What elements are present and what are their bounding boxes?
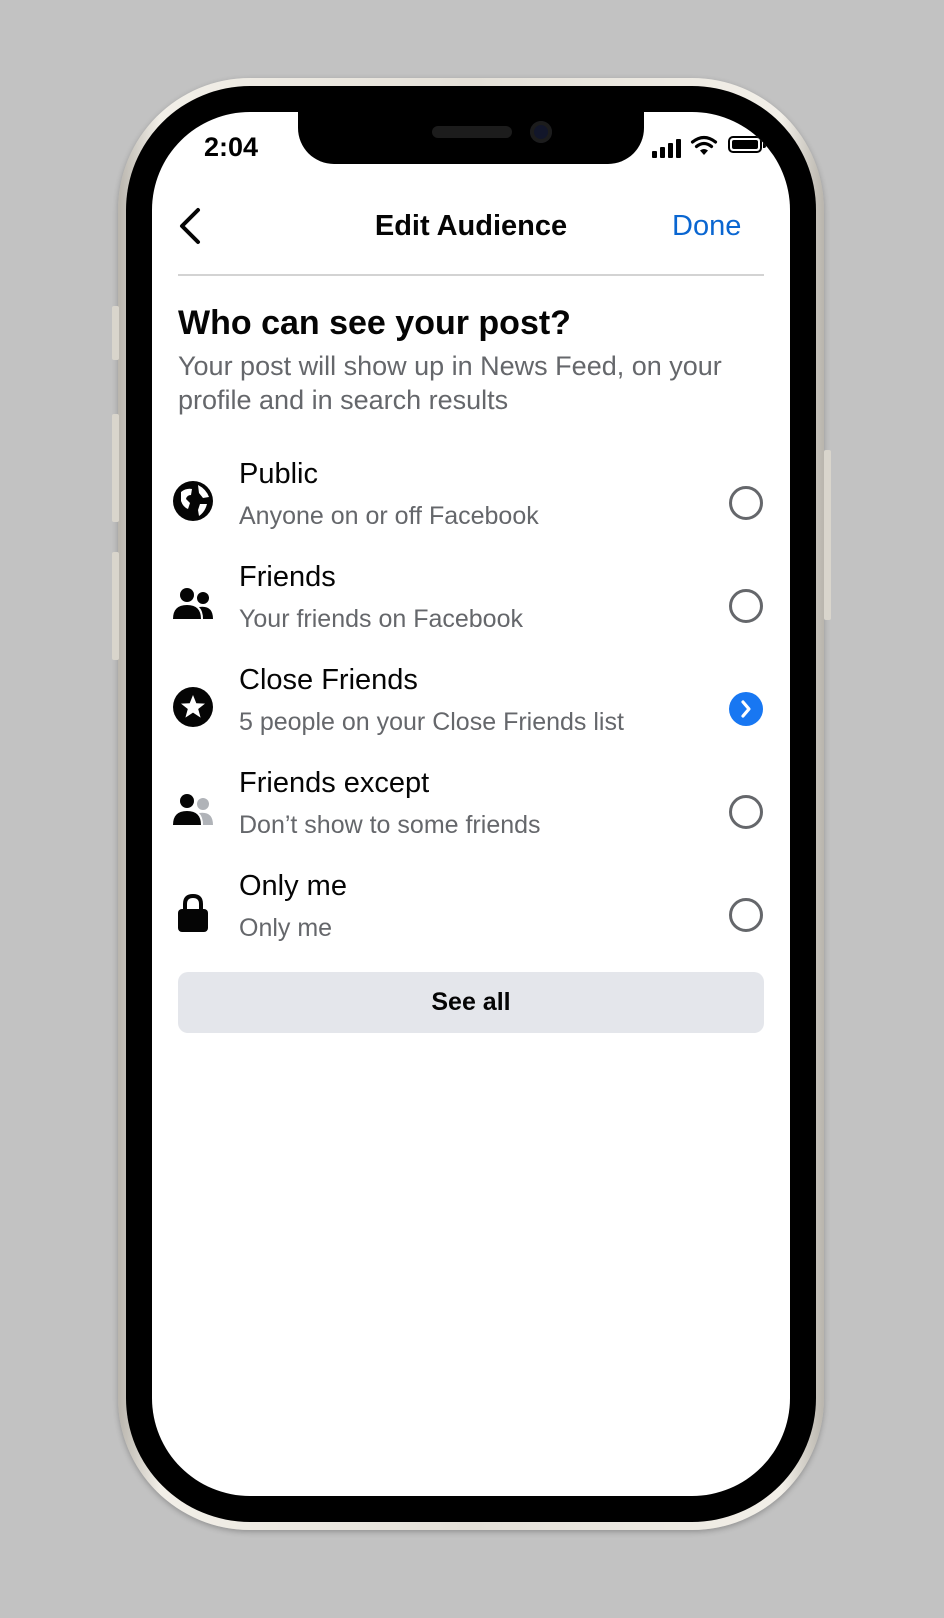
- radio-button-only-me[interactable]: [729, 898, 763, 932]
- friends-except-icon: [173, 794, 213, 825]
- see-all-button[interactable]: See all: [178, 972, 764, 1033]
- audience-option-public[interactable]: Public Anyone on or off Facebook: [152, 456, 790, 556]
- radio-button-close-friends[interactable]: [729, 692, 763, 726]
- status-icons: [652, 135, 767, 158]
- battery-icon: [728, 136, 762, 153]
- audience-option-friends-except[interactable]: Friends except Don’t show to some friend…: [152, 765, 790, 865]
- audience-option-only-me[interactable]: Only me Only me: [152, 868, 790, 968]
- option-title: Public: [239, 458, 318, 490]
- option-description: Anyone on or off Facebook: [239, 502, 539, 530]
- globe-icon: [173, 481, 213, 521]
- radio-button-public[interactable]: [729, 486, 763, 520]
- section-heading: Who can see your post?: [178, 304, 571, 342]
- option-description: Your friends on Facebook: [239, 605, 523, 633]
- lock-icon: [178, 893, 208, 932]
- option-description: Don’t show to some friends: [239, 811, 541, 839]
- audience-option-close-friends[interactable]: Close Friends 5 people on your Close Fri…: [152, 662, 790, 762]
- silent-switch: [112, 306, 119, 360]
- radio-button-friends[interactable]: [729, 589, 763, 623]
- option-title: Close Friends: [239, 664, 418, 696]
- star-icon: [173, 687, 213, 727]
- option-title: Only me: [239, 870, 347, 902]
- volume-down-button: [112, 552, 119, 660]
- chevron-right-icon: [741, 700, 751, 718]
- volume-up-button: [112, 414, 119, 522]
- audience-option-friends[interactable]: Friends Your friends on Facebook: [152, 559, 790, 659]
- status-time: 2:04: [204, 132, 259, 162]
- phone-screen: 2:04 Edit Audience Done Who can see your…: [152, 112, 790, 1496]
- wifi-icon: [690, 135, 718, 155]
- radio-button-friends-except[interactable]: [729, 795, 763, 829]
- notch: [298, 112, 644, 164]
- option-title: Friends except: [239, 767, 430, 799]
- option-description: 5 people on your Close Friends list: [239, 708, 624, 736]
- done-button[interactable]: Done: [672, 210, 741, 243]
- front-camera: [530, 121, 552, 143]
- friends-icon: [173, 588, 213, 619]
- option-title: Friends: [239, 561, 336, 593]
- option-description: Only me: [239, 914, 333, 942]
- power-button: [824, 450, 831, 620]
- section-description: Your post will show up in News Feed, on …: [178, 351, 722, 415]
- speaker-grille: [432, 126, 512, 138]
- header-divider: [178, 274, 764, 276]
